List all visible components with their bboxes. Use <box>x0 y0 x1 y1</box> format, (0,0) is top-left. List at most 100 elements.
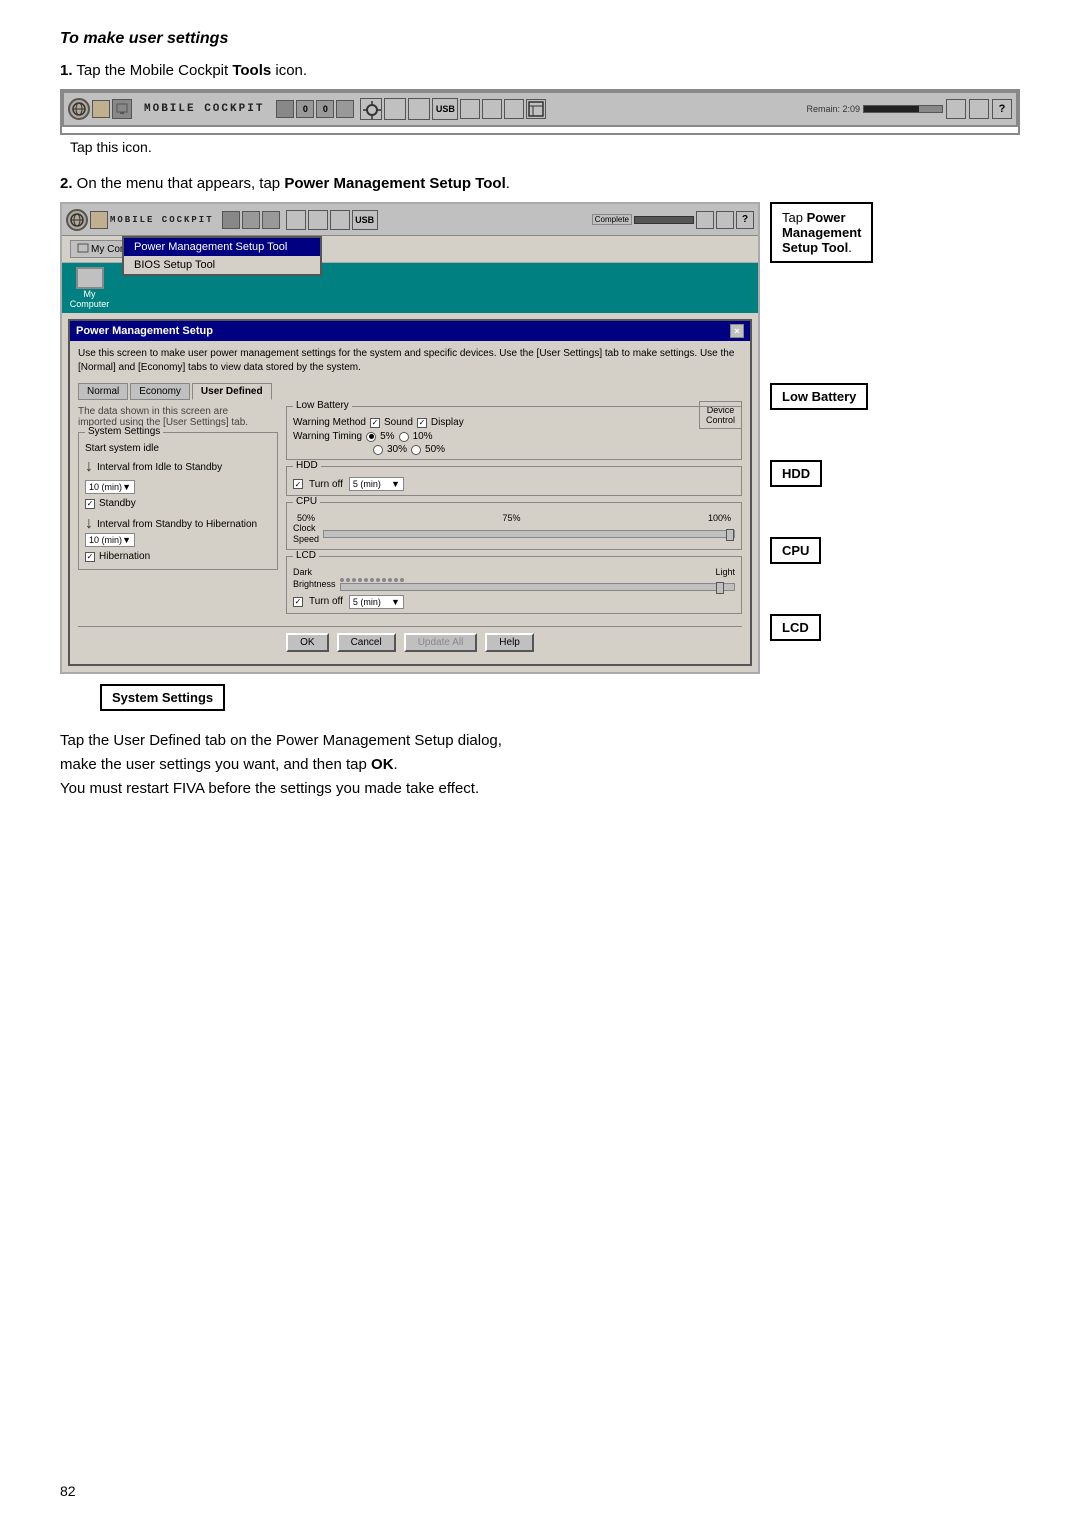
warning-timing-label: Warning Timing <box>293 431 362 442</box>
hdd-turn-off-checkbox[interactable] <box>293 479 303 489</box>
cpu-slider-thumb[interactable] <box>726 529 734 541</box>
sound-label: Sound <box>384 417 413 428</box>
system-settings-group: System Settings Start system idle ↓ Inte… <box>78 432 278 570</box>
cpu-slider-track[interactable] <box>323 530 735 538</box>
tb2-icon-settings <box>286 210 306 230</box>
hdd-callout: HDD <box>770 460 822 487</box>
tb2-end2 <box>716 211 734 229</box>
cpu-group: CPU 50% 75% 100% <box>286 502 742 550</box>
interval-hibernation-row: ↓ Interval from Standby to Hibernation <box>85 515 271 533</box>
display-checkbox[interactable] <box>417 418 427 428</box>
dropdown-item-power[interactable]: Power Management Setup Tool <box>124 238 320 256</box>
taskbar-icon-globe <box>68 98 90 120</box>
tb2-icon-1 <box>222 211 240 229</box>
lcd-turn-off-dropdown[interactable]: 5 (min)▼ <box>349 595 404 609</box>
hdd-title: HDD <box>293 460 321 471</box>
tb2-usb: USB <box>352 210 378 230</box>
dropdown-item-bios[interactable]: BIOS Setup Tool <box>124 256 320 274</box>
my-computer-icon: MyComputer <box>62 263 117 313</box>
dropdown-menu: Power Management Setup Tool BIOS Setup T… <box>122 236 322 276</box>
lcd-group: LCD Dark Light <box>286 556 742 614</box>
hibernation-dropdown[interactable]: 10 (min)▼ <box>85 533 135 547</box>
timing-10-label: 10% <box>413 431 433 442</box>
tb-icon-wifi <box>460 99 480 119</box>
tb2-complete: Complete <box>592 214 632 225</box>
tb-icon-4[interactable] <box>336 100 354 118</box>
dialog-buttons: OK Cancel Update All Help <box>78 626 742 658</box>
timing-5-radio[interactable] <box>366 432 376 442</box>
cancel-button[interactable]: Cancel <box>337 633 396 652</box>
help-button[interactable]: Help <box>485 633 534 652</box>
power-mgmt-bold: Power Management Setup Tool <box>284 175 505 192</box>
standby-select-row: 10 (min)▼ <box>85 480 271 494</box>
dialog-box: Power Management Setup × Use this screen… <box>68 319 752 666</box>
tab-user-defined[interactable]: User Defined <box>192 383 272 400</box>
cpu-slider-row: ClockSpeed <box>293 523 735 545</box>
tabs-row: Normal Economy User Defined <box>78 383 742 400</box>
lcd-dots <box>340 578 735 582</box>
lcd-turn-off-checkbox[interactable] <box>293 597 303 607</box>
left-col-desc: The data shown in this screen areimporte… <box>78 406 278 428</box>
warning-timing-row: Warning Timing 5% 10% <box>293 431 735 442</box>
timing-5-label: 5% <box>380 431 394 442</box>
tb2-arrow-icon <box>90 211 108 229</box>
taskbar-icon-monitor <box>112 99 132 119</box>
tb2-icon-sig <box>308 210 328 230</box>
tb-icon-3[interactable]: 0 <box>316 100 334 118</box>
my-computer-img <box>76 267 104 289</box>
update-all-button[interactable]: Update All <box>404 633 478 652</box>
instruction-line-2: make the user settings you want, and the… <box>60 753 1020 777</box>
dialog-columns: The data shown in this screen areimporte… <box>78 406 742 620</box>
cpu-100-label: 100% <box>708 513 731 523</box>
tb-tools-icon[interactable] <box>526 99 546 119</box>
lcd-brightness-row: Brightness <box>293 577 735 591</box>
my-computer-label: MyComputer <box>70 289 110 309</box>
dialog-description: Use this screen to make user power manag… <box>78 347 742 375</box>
cpu-75-label: 75% <box>502 513 520 523</box>
taskbar-1-title: MOBILE COCKPIT <box>144 103 264 115</box>
timing-10-radio[interactable] <box>399 432 409 442</box>
tab-normal[interactable]: Normal <box>78 383 128 400</box>
tb-icon-settings[interactable] <box>360 98 382 120</box>
screenshot-2: MOBILE COCKPIT USB <box>60 202 760 674</box>
tab-economy[interactable]: Economy <box>130 383 190 400</box>
step-2-number: 2. <box>60 175 73 192</box>
cpu-callout: CPU <box>770 537 821 564</box>
tap-power-callout-wrapper: Tap PowerManagementSetup Tool. <box>770 202 1020 263</box>
page-number: 82 <box>60 1483 76 1499</box>
dialog-close-button[interactable]: × <box>730 324 744 338</box>
hdd-dropdown[interactable]: 5 (min)▼ <box>349 477 404 491</box>
timing-30-radio[interactable] <box>373 445 383 455</box>
tb-icon-end1 <box>946 99 966 119</box>
lcd-dark-label: Dark <box>293 567 312 577</box>
warning-method-label: Warning Method <box>293 417 366 428</box>
hibernation-checkbox[interactable] <box>85 552 95 562</box>
tap-label: Tap PowerManagementSetup Tool. <box>782 210 861 255</box>
step-1-text: 1. Tap the Mobile Cockpit Tools icon. <box>60 62 1020 79</box>
timing-50-radio[interactable] <box>411 445 421 455</box>
sound-checkbox[interactable] <box>370 418 380 428</box>
lcd-turn-off-label: Turn off <box>309 596 343 607</box>
tb-help[interactable]: ? <box>992 99 1012 119</box>
ok-button[interactable]: OK <box>286 633 328 652</box>
interval-standby-label: Interval from Idle to Standby <box>97 462 271 473</box>
tb-icon-extra <box>504 99 524 119</box>
display-label: Display <box>431 417 464 428</box>
tb2-end1 <box>696 211 714 229</box>
hibernation-select-row: 10 (min)▼ <box>85 533 271 547</box>
right-column: Low Battery Warning Method Sound <box>286 406 742 620</box>
system-settings-callout-wrapper: System Settings <box>60 684 760 711</box>
tb2-progress <box>634 216 694 224</box>
step-1: 1. Tap the Mobile Cockpit Tools icon. MO… <box>60 62 1020 155</box>
lcd-slider-thumb[interactable] <box>716 582 724 594</box>
timing-row-2: 30% 50% <box>293 444 735 455</box>
hibernation-label: Hibernation <box>99 551 150 562</box>
standby-dropdown[interactable]: 10 (min)▼ <box>85 480 135 494</box>
low-battery-group: Low Battery Warning Method Sound <box>286 406 742 460</box>
lcd-light-label: Light <box>715 567 735 577</box>
standby-checkbox[interactable] <box>85 499 95 509</box>
tb-icon-1[interactable] <box>276 100 294 118</box>
lcd-slider-track[interactable] <box>340 583 735 591</box>
tb-icon-2[interactable]: 0 <box>296 100 314 118</box>
dialog-wrapper: Power Management Setup × Use this screen… <box>62 313 758 672</box>
